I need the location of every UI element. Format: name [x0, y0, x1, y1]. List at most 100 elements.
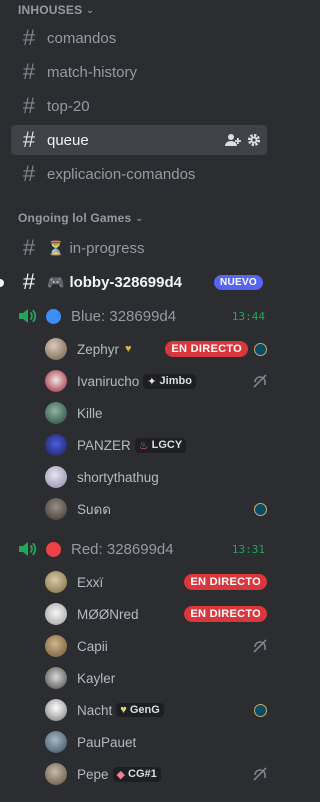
category-inhouses[interactable]: INHOUSES ⌄ [18, 3, 94, 17]
member-name: Suดด [77, 502, 112, 517]
channel-top-20[interactable]: # top-20 [11, 91, 267, 121]
server-tag-label: Jimbo [159, 375, 192, 387]
avatar [45, 402, 67, 424]
thread-channel-icon: # [22, 161, 36, 186]
chevron-down-icon: ⌄ [135, 212, 144, 223]
voice-member-panzer[interactable]: PANZER ♨ LGCY [45, 432, 267, 458]
text-channel-icon: # [22, 93, 36, 118]
member-name: Nacht [77, 702, 113, 718]
avatar [45, 370, 67, 392]
avatar [45, 635, 67, 657]
avatar [45, 571, 67, 593]
invite-icon[interactable] [225, 133, 241, 147]
new-badge: NUEVO [213, 274, 263, 290]
avatar [45, 338, 67, 360]
channel-label: queue [47, 131, 89, 149]
channel-label: match-history [47, 63, 138, 81]
server-tag: ◆ CG#1 [112, 766, 161, 782]
deafened-icon [253, 374, 267, 388]
channel-match-history[interactable]: # match-history [11, 57, 267, 87]
speaker-icon [19, 542, 36, 556]
voice-member-suda[interactable]: Suดด [45, 496, 267, 522]
voice-channel-blue[interactable]: Blue: 328699d4 13:44 [18, 304, 267, 328]
channel-queue[interactable]: # queue [11, 125, 267, 155]
blue-circle-icon [46, 308, 61, 324]
heart-icon: ♥ [120, 704, 127, 716]
voice-member-kayler[interactable]: Kayler [45, 665, 267, 691]
flame-icon: ♨ [138, 439, 149, 452]
member-name: shortythathug [77, 469, 159, 485]
voice-member-shortythathug[interactable]: shortythathug [45, 464, 267, 490]
avatar [45, 763, 67, 785]
member-name: Capii [77, 638, 108, 654]
voice-channel-label: Red: 328699d4 [71, 540, 174, 558]
deafened-icon [253, 639, 267, 653]
tag-icon: ✦ [147, 375, 157, 388]
live-badge: EN DIRECTO [184, 606, 267, 622]
text-channel-icon: # [22, 59, 36, 84]
league-of-legends-icon [254, 342, 267, 356]
gear-icon[interactable] [247, 133, 261, 147]
deafened-icon [253, 767, 267, 781]
server-tag-label: LGCY [151, 439, 183, 451]
server-tag-label: GenG [129, 704, 160, 716]
voice-member-kille[interactable]: Kille [45, 400, 267, 426]
avatar [45, 434, 67, 456]
avatar [45, 466, 67, 488]
avatar [45, 498, 67, 520]
member-name: Ivanirucho [77, 373, 140, 389]
server-tag-label: CG#1 [128, 768, 157, 780]
channel-comandos[interactable]: # comandos [11, 23, 267, 53]
avatar [45, 667, 67, 689]
channel-label: top-20 [47, 97, 90, 115]
voice-member-capii[interactable]: Capii [45, 633, 267, 659]
server-tag: ♨ LGCY [134, 437, 187, 453]
member-name: PauPauet [77, 734, 137, 750]
pill-icon: ◆ [116, 768, 125, 781]
channel-in-progress[interactable]: # ⏳ in-progress [11, 233, 267, 263]
member-name: PANZER [77, 437, 131, 453]
league-of-legends-icon [254, 703, 267, 717]
speaker-icon [19, 309, 36, 323]
live-badge: EN DIRECTO [184, 574, 267, 590]
call-timer: 13:31 [231, 542, 265, 556]
voice-member-paupauet[interactable]: PauPauet [45, 729, 267, 755]
call-timer: 13:44 [231, 309, 265, 323]
text-channel-icon: # [22, 25, 36, 50]
red-circle-icon [46, 541, 61, 557]
avatar [45, 699, 67, 721]
voice-member-ivanirucho[interactable]: Ivanirucho ✦ Jimbo [45, 368, 267, 394]
text-channel-icon: # [22, 127, 36, 152]
avatar [45, 731, 67, 753]
category-ongoing-games[interactable]: Ongoing lol Games ⌄ [18, 211, 143, 225]
text-channel-icon: # [22, 235, 36, 260]
channel-label: lobby-328699d4 [69, 273, 182, 291]
member-name: Pepe [77, 766, 109, 782]
voice-member-exxi[interactable]: Exxï EN DIRECTO [45, 569, 267, 595]
voice-channel-red[interactable]: Red: 328699d4 13:31 [18, 537, 267, 561]
unread-indicator [0, 279, 4, 287]
voice-member-zephyr[interactable]: Zephyr ♥ EN DIRECTO [45, 336, 267, 362]
chevron-down-icon: ⌄ [86, 4, 95, 15]
hourglass-icon: ⏳ [47, 239, 65, 256]
member-name: Exxï [77, 574, 104, 590]
server-tag: ♥ [123, 342, 134, 356]
avatar [45, 603, 67, 625]
channel-lobby[interactable]: # 🎮 lobby-328699d4 NUEVO [11, 267, 267, 297]
gamepad-icon: 🎮 [47, 273, 65, 290]
voice-channel-label: Blue: 328699d4 [71, 307, 177, 325]
voice-member-moonred[interactable]: MØØNred EN DIRECTO [45, 601, 267, 627]
league-of-legends-icon [254, 502, 267, 516]
member-name: Kille [77, 405, 103, 421]
heart-icon: ♥ [125, 343, 132, 355]
member-name: Kayler [77, 670, 116, 686]
category-label: INHOUSES [18, 3, 83, 17]
voice-member-pepe[interactable]: Pepe ◆ CG#1 [45, 761, 267, 787]
channel-label: comandos [47, 29, 117, 47]
live-badge: EN DIRECTO [165, 341, 248, 357]
voice-member-nacht[interactable]: Nacht ♥ GenG [45, 697, 267, 723]
server-tag: ✦ Jimbo [143, 373, 196, 389]
channel-label: in-progress [69, 239, 145, 257]
channel-explicacion-comandos[interactable]: # explicacion-comandos [11, 159, 267, 189]
channel-label: explicacion-comandos [47, 165, 196, 183]
